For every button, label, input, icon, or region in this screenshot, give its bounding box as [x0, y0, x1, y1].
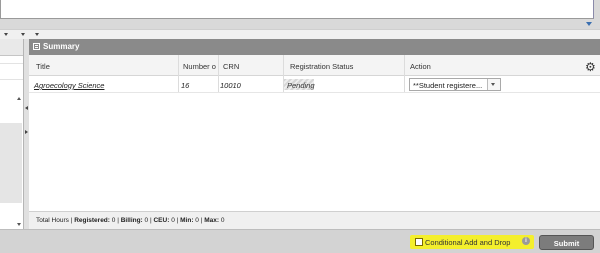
- collapse-left-icon[interactable]: [25, 106, 28, 110]
- action-select[interactable]: **Student registere...: [409, 78, 501, 91]
- min-label: Min:: [180, 217, 194, 224]
- summary-panel: Summary Title Number o CRN Registration …: [29, 39, 600, 229]
- dropdown-arrow-icon[interactable]: [586, 22, 592, 26]
- min-value: 0: [195, 217, 199, 224]
- collapse-arrow-icon[interactable]: [21, 33, 25, 36]
- summary-footer: Total Hours | Registered: 0 | Billing: 0…: [29, 211, 600, 229]
- registration-status-text: Pending: [287, 81, 315, 90]
- total-hours-label: Total Hours: [36, 217, 69, 224]
- ceu-label: CEU:: [153, 217, 170, 224]
- scroll-down-icon[interactable]: [17, 223, 21, 226]
- summary-panel-header: Summary: [29, 39, 600, 55]
- billing-value: 0: [144, 217, 149, 224]
- summary-icon: [33, 43, 40, 50]
- ceu-value: 0: [171, 217, 175, 224]
- left-grid-panel: [0, 39, 24, 229]
- left-grid-scroll-thumb[interactable]: [0, 123, 22, 203]
- submit-button[interactable]: Submit: [539, 235, 594, 250]
- gear-icon[interactable]: ⚙: [585, 61, 596, 73]
- summary-column-headers: Title Number o CRN Registration Status A…: [29, 55, 600, 76]
- chevron-down-icon[interactable]: [487, 79, 500, 90]
- grid-row-line: [0, 63, 23, 64]
- registered-label: Registered:: [74, 217, 110, 224]
- course-crn: 10010: [220, 81, 241, 90]
- upper-results-area: [0, 0, 594, 19]
- expand-right-icon[interactable]: [25, 130, 28, 134]
- max-value: 0: [220, 217, 225, 224]
- table-row: Agroecology Science 16 10010 Pending **S…: [29, 76, 600, 93]
- column-header-crn[interactable]: CRN: [223, 62, 239, 71]
- info-icon[interactable]: i: [522, 237, 530, 245]
- summary-title: Summary: [43, 42, 80, 51]
- left-grid-header: [0, 39, 23, 56]
- column-header-number[interactable]: Number o: [183, 62, 216, 71]
- grid-row-line: [0, 79, 23, 80]
- column-header-registration-status[interactable]: Registration Status: [290, 62, 353, 71]
- billing-label: Billing:: [120, 217, 143, 224]
- total-hours-summary: Total Hours | Registered: 0 | Billing: 0…: [36, 217, 225, 224]
- course-title-link[interactable]: Agroecology Science: [34, 81, 104, 90]
- max-label: Max:: [204, 217, 220, 224]
- registration-status-badge: Pending: [284, 79, 315, 90]
- scroll-up-icon[interactable]: [17, 97, 21, 100]
- registered-value: 0: [111, 217, 116, 224]
- column-header-action[interactable]: Action: [410, 62, 431, 71]
- bottom-action-bar: Conditional Add and Drop i Submit: [0, 229, 600, 253]
- collapse-arrow-icon[interactable]: [4, 33, 8, 36]
- conditional-add-drop-checkbox[interactable]: [415, 238, 423, 246]
- conditional-add-drop-option[interactable]: Conditional Add and Drop i: [410, 235, 534, 249]
- conditional-add-drop-label: Conditional Add and Drop: [425, 238, 511, 247]
- column-header-title[interactable]: Title: [36, 62, 50, 71]
- course-number: 16: [181, 81, 190, 90]
- action-select-value: **Student registere...: [413, 81, 483, 90]
- collapse-arrow-icon[interactable]: [35, 33, 39, 36]
